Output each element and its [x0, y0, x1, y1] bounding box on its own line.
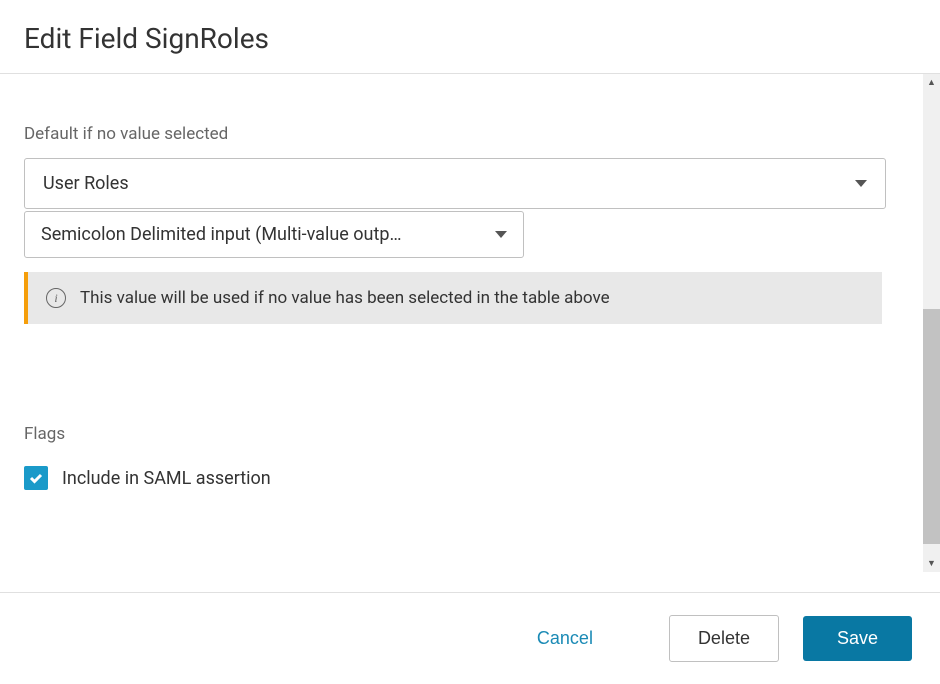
dialog-footer: Cancel Delete Save: [0, 592, 940, 684]
include-saml-checkbox[interactable]: [24, 466, 48, 490]
info-message: This value will be used if no value has …: [80, 288, 610, 308]
scrollbar-track[interactable]: ▲ ▼: [923, 74, 940, 572]
default-value-selected: User Roles: [43, 173, 129, 194]
save-button[interactable]: Save: [803, 616, 912, 661]
content-area: Default if no value selected User Roles …: [0, 74, 923, 572]
page-title: Edit Field SignRoles: [24, 22, 916, 55]
content-wrapper: Default if no value selected User Roles …: [0, 74, 940, 572]
chevron-down-icon: [495, 231, 507, 238]
include-saml-label: Include in SAML assertion: [62, 468, 271, 489]
format-selected: Semicolon Delimited input (Multi-value o…: [41, 224, 401, 245]
chevron-down-icon: [855, 180, 867, 187]
flags-label: Flags: [24, 424, 899, 444]
cancel-button[interactable]: Cancel: [509, 616, 621, 661]
include-saml-row: Include in SAML assertion: [24, 466, 899, 490]
info-banner: i This value will be used if no value ha…: [24, 272, 882, 324]
scrollbar-thumb[interactable]: [923, 309, 940, 544]
check-icon: [28, 470, 44, 486]
info-icon: i: [46, 288, 66, 308]
default-value-select[interactable]: User Roles: [24, 158, 886, 209]
format-select[interactable]: Semicolon Delimited input (Multi-value o…: [24, 211, 524, 258]
flags-section: Flags Include in SAML assertion: [24, 424, 899, 490]
scroll-down-arrow[interactable]: ▼: [923, 555, 940, 572]
scroll-up-arrow[interactable]: ▲: [923, 74, 940, 91]
delete-button[interactable]: Delete: [669, 615, 779, 662]
default-value-label: Default if no value selected: [24, 124, 899, 144]
dialog-header: Edit Field SignRoles: [0, 0, 940, 74]
